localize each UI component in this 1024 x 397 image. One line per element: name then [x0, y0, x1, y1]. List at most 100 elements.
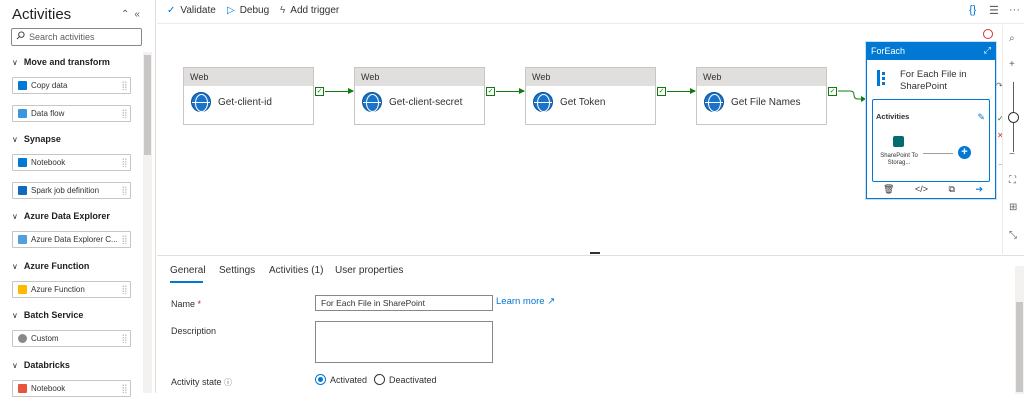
success-check-icon[interactable]: ✓: [657, 87, 666, 96]
spark-job-icon: [18, 186, 27, 195]
play-icon: ▷: [227, 5, 235, 16]
more-icon[interactable]: ···: [1009, 4, 1020, 16]
foreach-type: ForEach: [871, 46, 906, 56]
tab-user-properties[interactable]: User properties: [335, 265, 403, 276]
success-connector[interactable]: [496, 88, 525, 94]
sidebar-scrollbar[interactable]: [143, 52, 152, 393]
arrow-right-icon[interactable]: ➔: [975, 184, 983, 195]
activities-title: Activities: [12, 6, 72, 23]
scrollbar-thumb[interactable]: [144, 55, 151, 155]
success-check-icon[interactable]: ✓: [486, 87, 495, 96]
activity-azure-function[interactable]: Azure Function: [12, 281, 131, 298]
properties-scrollbar[interactable]: [1015, 266, 1024, 394]
tab-general[interactable]: General: [170, 265, 206, 276]
radio-label: Activated: [330, 374, 368, 385]
zoom-in-icon[interactable]: +: [1009, 59, 1015, 70]
foreach-title: For Each File in SharePoint: [900, 69, 967, 92]
drag-handle-icon[interactable]: [122, 158, 127, 167]
success-check-icon[interactable]: ✓: [315, 87, 324, 96]
activity-node-get-client-id[interactable]: Web Get-client-id: [183, 67, 314, 125]
tab-settings[interactable]: Settings: [219, 265, 255, 276]
deactivated-radio[interactable]: Deactivated: [374, 374, 437, 385]
activity-node-get-file-names[interactable]: Web Get File Names: [696, 67, 827, 125]
collapse-panel-icons[interactable]: ⌃«: [121, 9, 145, 20]
pipeline-canvas[interactable]: Web Get-client-id ✓ Web Get-client-secre…: [157, 25, 1001, 254]
drag-handle-icon[interactable]: [122, 334, 127, 343]
foreach-icon: [877, 70, 885, 86]
name-field[interactable]: [315, 295, 493, 311]
drag-handle-icon[interactable]: [122, 285, 127, 294]
category-azure-function[interactable]: ∨ Azure Function: [12, 261, 89, 271]
tab-activities[interactable]: Activities (1): [269, 265, 323, 276]
delete-icon[interactable]: 🗑: [883, 184, 894, 195]
search-activities-input[interactable]: Search activities: [11, 28, 142, 46]
fit-to-screen-icon[interactable]: ⛶: [1009, 175, 1016, 186]
foreach-activity[interactable]: ForEach ⤢ For Each File in SharePoint Act…: [866, 42, 996, 199]
inner-activities-header: Activities: [876, 112, 910, 121]
copy-icon[interactable]: ⧉: [948, 184, 954, 195]
foreach-inner-activities[interactable]: Activities ✎ SharePoint To Storag... +: [872, 99, 990, 182]
activity-copy-data[interactable]: Copy data: [12, 77, 131, 94]
databricks-icon: [18, 384, 27, 393]
activity-azure-data-explorer[interactable]: Azure Data Explorer C...: [12, 231, 131, 248]
zoom-slider-knob[interactable]: [1008, 112, 1019, 123]
auto-align-icon[interactable]: ⊞: [1009, 202, 1017, 213]
web-globe-icon: [362, 92, 382, 112]
activity-spark-job-definition[interactable]: Spark job definition: [12, 182, 131, 199]
collapse-icon[interactable]: ⤡: [1009, 230, 1017, 241]
pencil-icon[interactable]: ✎: [977, 112, 985, 123]
category-label: Azure Data Explorer: [23, 211, 110, 221]
drag-handle-icon[interactable]: [122, 109, 127, 118]
success-connector[interactable]: [325, 88, 354, 94]
activity-custom[interactable]: Custom: [12, 330, 131, 347]
activity-node-get-client-secret[interactable]: Web Get-client-secret: [354, 67, 485, 125]
category-batch-service[interactable]: ∨ Batch Service: [12, 310, 83, 320]
properties-icon[interactable]: ☰: [989, 4, 999, 17]
activities-panel: Activities ⌃« Search activities ∨ Move an…: [0, 0, 156, 397]
properties-panel: General Settings Activities (1) User pro…: [157, 255, 1024, 394]
sharepoint-icon: [893, 136, 904, 147]
drag-handle-icon[interactable]: [122, 81, 127, 90]
activity-label: Data flow: [31, 109, 65, 118]
description-field[interactable]: [315, 321, 493, 363]
gear-icon: [18, 334, 27, 343]
success-connector[interactable]: [838, 87, 868, 103]
success-connector[interactable]: [667, 88, 696, 94]
validate-button[interactable]: ✓ Validate: [167, 5, 216, 16]
radio-unselected-icon: [374, 374, 385, 385]
activity-databricks-notebook[interactable]: Notebook: [12, 380, 131, 397]
panel-splitter[interactable]: [590, 252, 600, 254]
expand-icon[interactable]: ⤢: [984, 45, 991, 56]
activity-label: Notebook: [31, 158, 66, 167]
scrollbar-thumb[interactable]: [1016, 302, 1023, 392]
code-icon[interactable]: {}: [969, 4, 976, 16]
drag-handle-icon[interactable]: [122, 384, 127, 393]
zoom-out-icon[interactable]: −: [1009, 149, 1015, 160]
drag-handle-icon[interactable]: [122, 186, 127, 195]
activity-data-flow[interactable]: Data flow: [12, 105, 131, 122]
search-icon[interactable]: ⌕: [1009, 33, 1015, 44]
add-trigger-button[interactable]: ϟ Add trigger: [280, 5, 339, 16]
add-activity-icon[interactable]: +: [958, 146, 971, 159]
code-icon[interactable]: </>: [915, 184, 928, 195]
category-synapse[interactable]: ∨ Synapse: [12, 134, 61, 144]
zoom-controls: ⌕ + − ⛶ ⊞ ⤡: [1002, 25, 1024, 254]
activity-label: Custom: [31, 334, 59, 343]
activity-label: Copy data: [31, 81, 68, 90]
category-move-and-transform[interactable]: ∨ Move and transform: [12, 57, 110, 67]
success-check-icon[interactable]: ✓: [828, 87, 837, 96]
web-globe-icon: [191, 92, 211, 112]
debug-button[interactable]: ▷ Debug: [227, 5, 269, 16]
activity-state-label: Activity state ⓘ: [171, 377, 232, 388]
category-databricks[interactable]: ∨ Databricks: [12, 360, 70, 370]
activity-notebook[interactable]: Notebook: [12, 154, 131, 171]
drag-handle-icon[interactable]: [122, 235, 127, 244]
validation-status-icon[interactable]: [983, 29, 993, 39]
info-icon[interactable]: ⓘ: [224, 378, 232, 387]
activated-radio[interactable]: Activated: [315, 374, 367, 385]
learn-more-link[interactable]: Learn more ↗: [496, 296, 555, 307]
category-azure-data-explorer[interactable]: ∨ Azure Data Explorer: [12, 211, 110, 221]
debug-label: Debug: [239, 5, 270, 16]
chevron-down-icon: ∨: [12, 261, 18, 271]
activity-node-get-token[interactable]: Web Get Token: [525, 67, 656, 125]
